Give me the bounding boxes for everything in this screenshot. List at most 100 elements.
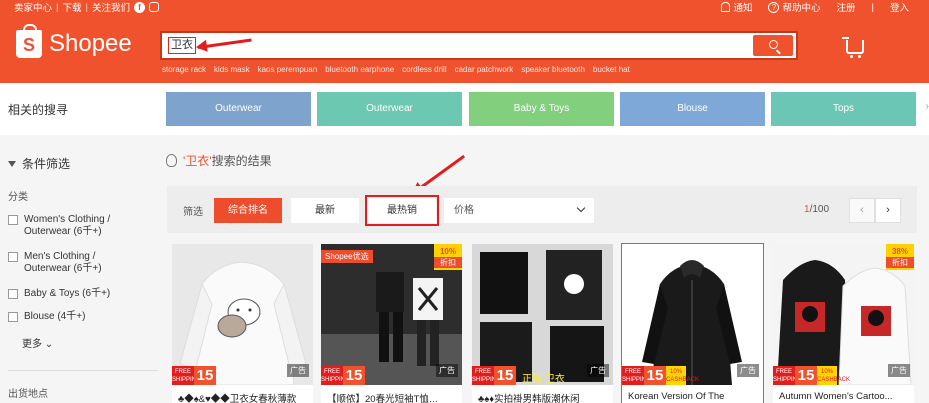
related-chip[interactable]: Tops (771, 92, 916, 126)
category-option-label: Blouse (4千+) (24, 311, 86, 322)
result-suffix: 搜索的结果 (211, 154, 272, 168)
total-pages: /100 (809, 204, 830, 215)
product-card[interactable]: 38% 折扣 FREE SHIPPING 15 10% CASHBACK 广告 Aut… (773, 244, 914, 403)
shopping-bag-icon: S (16, 24, 42, 58)
checkbox[interactable] (8, 289, 18, 299)
checkbox[interactable] (8, 215, 18, 225)
product-card[interactable]: FREE SHIPPING 15 广告 ♣◆♠&♥◆◆卫衣女春秋薄款 (172, 244, 313, 403)
free-shipping-badge: FREE SHIPPING 15 10% CASHBACK (773, 366, 850, 385)
related-chip[interactable]: Blouse (620, 92, 765, 126)
lightbulb-icon (166, 154, 177, 167)
search-query[interactable]: 卫衣 (168, 37, 196, 54)
free-shipping-badge: FREE SHIPPING 15 10% CASHBACK (622, 366, 699, 385)
related-chip[interactable]: Outerwear (166, 92, 311, 126)
product-card[interactable]: 正品 卫衣 FREE SHIPPING 15 广告 ♣♠♦实拍褂男韩版潮休闲 (472, 244, 613, 403)
category-option-label: Men's Clothing / Outerwear (6千+) (24, 251, 102, 274)
product-card[interactable]: Shopee优选 10% 折扣 FREE SHIPPING 15 广告 【顺侬】20… (321, 244, 462, 403)
help-center-label: 帮助中心 (782, 3, 821, 14)
shopee-logo[interactable]: S Shopee (16, 24, 132, 58)
category-heading: 分类 (8, 192, 28, 203)
cart-icon[interactable] (842, 37, 864, 58)
shipping-text: FREE SHIPPING (472, 366, 501, 385)
shipping-text: FREE SHIPPING (321, 366, 350, 385)
sort-relevance-button[interactable]: 综合排名 (214, 198, 282, 223)
keyword-link[interactable]: kaos perempuan (258, 65, 318, 74)
related-chip[interactable]: Baby & Toys (469, 92, 614, 126)
ad-badge: 广告 (587, 364, 609, 377)
instagram-icon[interactable] (148, 2, 159, 12)
shipping-origin-heading: 出货地点 (8, 389, 48, 400)
help-icon: ? (768, 1, 780, 13)
chevron-down-icon: ⌄ (44, 339, 54, 350)
related-searches: 相关的搜寻 Outerwear Outerwear Baby & Toys Bl… (0, 83, 929, 135)
bell-icon (721, 2, 731, 12)
header: 卖家中心 | 下载 | 关注我们 f 通知 ? 帮助中心 注册 | 登入 S Sh… (0, 0, 929, 83)
divider: | (56, 1, 59, 13)
result-keyword: '卫衣' (183, 154, 212, 168)
product-card[interactable]: FREE SHIPPING 15 10% CASHBACK 广告 Korean Ve… (621, 243, 764, 403)
follow-us-label: 关注我们 (91, 3, 130, 14)
shipping-number: 15 (644, 366, 666, 385)
notifications-link[interactable]: 通知 (721, 0, 752, 14)
search-icon (768, 40, 778, 49)
product-title: ♣◆♠&♥◆◆卫衣女春秋薄款 (178, 394, 297, 403)
facebook-icon[interactable]: f (133, 1, 145, 13)
discount-badge: 38% 折扣 (886, 244, 914, 270)
sort-top-sales-button[interactable]: 最热销 (365, 195, 439, 226)
divider: | (85, 1, 88, 13)
keyword-link[interactable]: bucket hat (593, 65, 630, 74)
ad-badge: 广告 (737, 364, 759, 377)
discount-value: 10% (439, 247, 456, 256)
prev-page-button[interactable]: ‹ (849, 198, 875, 223)
product-title: ♣♠♦实拍褂男韩版潮休闲 (478, 394, 580, 403)
category-option[interactable]: Men's Clothing / Outerwear (6千+) (8, 251, 134, 275)
top-bar: 卖家中心 | 下载 | 关注我们 f 通知 ? 帮助中心 注册 | 登入 (0, 0, 929, 14)
category-option[interactable]: Baby & Toys (6千+) (8, 288, 110, 300)
filter-title: 条件筛选 (8, 155, 70, 172)
related-chip[interactable]: Outerwear (317, 92, 462, 126)
category-option[interactable]: Women's Clothing / Outerwear (6千+) (8, 214, 134, 238)
shipping-text: FREE SHIPPING (622, 366, 651, 385)
keyword-link[interactable]: cordless drill (402, 65, 446, 74)
related-label: 相关的搜寻 (8, 103, 69, 117)
shipping-number: 15 (343, 366, 365, 385)
next-page-button[interactable]: › (875, 198, 901, 223)
download-link[interactable]: 下载 (62, 0, 81, 14)
chevron-right-icon[interactable]: › (926, 101, 929, 112)
keyword-link[interactable]: storage rack (162, 65, 206, 74)
cashback-badge: 10% CASHBACK (817, 366, 850, 385)
keyword-link[interactable]: bluetooth earphone (325, 65, 394, 74)
page-indicator: 1/100 (804, 204, 829, 215)
keyword-link[interactable]: kids mask (214, 65, 250, 74)
shipping-number: 15 (795, 366, 817, 385)
discount-value: 38% (891, 247, 908, 256)
category-option[interactable]: Blouse (4千+) (8, 311, 85, 323)
seller-center-link[interactable]: 卖家中心 (14, 0, 52, 14)
login-link[interactable]: 登入 (890, 0, 909, 14)
show-more-button[interactable]: 更多 ⌄ (22, 335, 53, 350)
keyword-link[interactable]: cadar patchwork (455, 65, 514, 74)
divider (8, 370, 158, 371)
category-option-label: Baby & Toys (6千+) (24, 288, 111, 299)
ad-badge: 广告 (436, 364, 458, 377)
filter-title-label: 条件筛选 (22, 157, 71, 171)
checkbox[interactable] (8, 312, 18, 322)
price-sort-select[interactable]: 价格 (444, 198, 594, 223)
help-center-link[interactable]: ? 帮助中心 (768, 0, 821, 14)
keyword-link[interactable]: speaker bluetooth (521, 65, 585, 74)
shipping-number: 15 (194, 366, 216, 385)
ad-badge: 广告 (888, 364, 910, 377)
shipping-text: FREE SHIPPING (172, 366, 201, 385)
trending-keywords: storage rack kids mask kaos perempuan bl… (162, 65, 630, 74)
checkbox[interactable] (8, 252, 18, 262)
register-link[interactable]: 注册 (837, 0, 856, 14)
search-button[interactable] (753, 35, 793, 56)
preferred-badge: Shopee优选 (321, 250, 373, 263)
sort-latest-button[interactable]: 最新 (291, 198, 359, 223)
free-shipping-badge: FREE SHIPPING 15 (321, 366, 365, 385)
discount-word: 折扣 (434, 257, 462, 268)
chevron-down-icon (576, 203, 586, 213)
product-title: Autumn Women's Cartoo... (779, 391, 893, 402)
divider: | (871, 1, 874, 13)
search-input[interactable]: 卫衣 (160, 31, 798, 60)
